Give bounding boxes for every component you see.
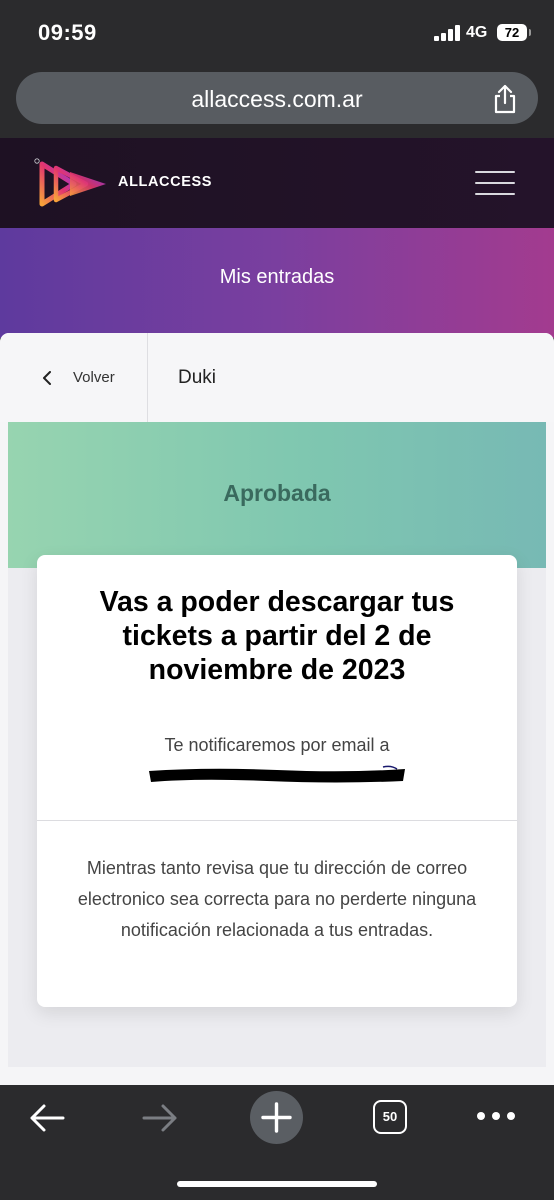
status-bar: 09:59 4G 72: [0, 0, 554, 64]
order-status-band: Aprobada: [8, 422, 546, 568]
plus-icon[interactable]: [250, 1091, 303, 1144]
email-notify-label: Te notificaremos por email a: [164, 735, 390, 755]
battery-icon: 72: [497, 24, 531, 41]
event-name: Duki: [178, 367, 217, 388]
more-horizontal-icon[interactable]: [477, 1112, 517, 1122]
arrow-left-icon[interactable]: [27, 1102, 67, 1134]
email-check-notice: Mientras tanto revisa que tu dirección d…: [77, 858, 477, 940]
clock: 09:59: [38, 20, 97, 45]
browser-toolbar: 50: [0, 1085, 554, 1200]
network-type: 4G: [466, 24, 488, 41]
page-title: Mis entradas: [219, 266, 335, 288]
battery-level: 72: [504, 25, 520, 40]
hamburger-menu-icon[interactable]: [475, 171, 515, 195]
browser-address-bar: allaccess.com.ar: [0, 64, 554, 138]
home-indicator: [177, 1181, 377, 1187]
brand-name[interactable]: ALLACCESS: [118, 174, 212, 190]
chevron-left-icon[interactable]: [41, 371, 53, 385]
page-banner: Mis entradas: [0, 228, 554, 338]
new-tab-button[interactable]: [250, 1091, 303, 1144]
download-date-headline: Vas a poder descargar tus tickets a part…: [99, 586, 455, 686]
cellular-signal-icon: [434, 25, 460, 41]
tab-count-button[interactable]: 50: [373, 1100, 407, 1134]
redacted-email: [149, 765, 405, 783]
detail-nav-bar: Volver Duki: [0, 333, 554, 422]
url-text[interactable]: allaccess.com.ar: [16, 86, 538, 113]
site-header: ALLACCESS: [0, 138, 554, 228]
content-sheet: Volver Duki Aprobada Vas a poder descarg…: [0, 333, 554, 1085]
allaccess-logo-icon[interactable]: [34, 158, 110, 210]
back-button[interactable]: Volver: [0, 333, 148, 422]
card-divider: [37, 820, 517, 821]
order-status: Aprobada: [223, 480, 331, 506]
ticket-info-card: Vas a poder descargar tus tickets a part…: [37, 555, 517, 1007]
back-label[interactable]: Volver: [73, 369, 115, 386]
url-field[interactable]: allaccess.com.ar: [16, 72, 538, 124]
arrow-right-icon[interactable]: [140, 1102, 180, 1134]
share-icon[interactable]: [492, 84, 518, 114]
order-content: Aprobada Vas a poder descargar tus ticke…: [8, 422, 546, 1067]
